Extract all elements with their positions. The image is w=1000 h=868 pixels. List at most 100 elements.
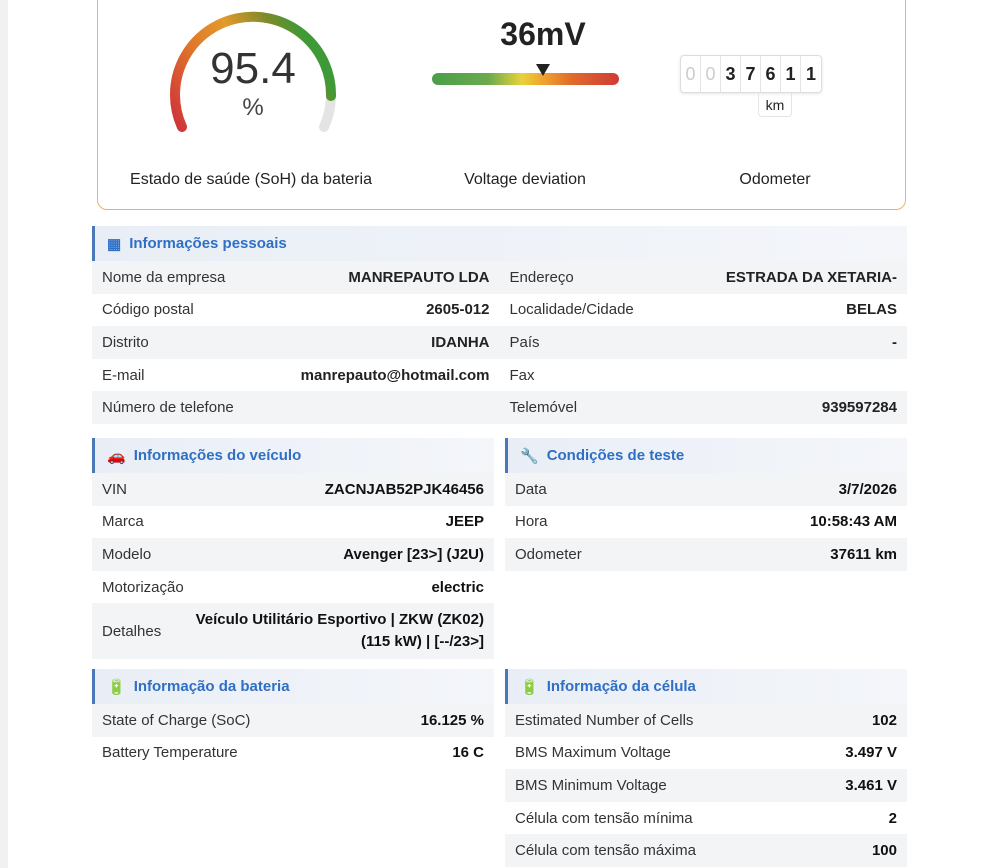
field-label: Célula com tensão mínima [515, 809, 693, 827]
field-value: 100 [871, 842, 897, 860]
table-row: Data 3/7/2026 [505, 473, 907, 506]
field: Distrito IDANHA [92, 326, 500, 359]
odo-digit: 3 [721, 56, 741, 92]
field-label: BMS Minimum Voltage [515, 776, 667, 794]
field-label: Nome da empresa [102, 268, 226, 286]
field-value: 37611 km [830, 545, 897, 563]
table-row: Marca JEEP [92, 506, 494, 539]
field-label: Número de telefone [102, 399, 234, 417]
field-value: JEEP [445, 513, 484, 531]
field-label: Código postal [102, 301, 194, 319]
field-value: 16.125 % [420, 711, 484, 729]
table-row: State of Charge (SoC) 16.125 % [92, 704, 494, 737]
table-row: BMS Minimum Voltage 3.461 V [505, 769, 907, 802]
field-value: Veículo Utilitário Esportivo | ZKW (ZK02… [195, 611, 484, 651]
field-label: Battery Temperature [102, 744, 238, 762]
table-row: Nome da empresa MANREPAUTO LDA Endereço EST… [92, 261, 907, 294]
field-label: Localidade/Cidade [509, 301, 634, 319]
field-label: VIN [102, 480, 128, 498]
field-label: Distrito [102, 333, 149, 351]
table-row: Detalhes Veículo Utilitário Esportivo | Z… [92, 603, 494, 660]
table-row: Estimated Number of Cells 102 [505, 704, 907, 737]
personal-section: ▦ Informações pessoais Nome da empresa MAN… [92, 226, 907, 424]
field-label: BMS Maximum Voltage [515, 744, 671, 762]
battery-section: 🔋 Informação da bateria State of Charge (… [92, 669, 494, 769]
left-edge [0, 0, 8, 868]
table-row: Célula com tensão mínima 2 [505, 802, 907, 835]
odometer-unit: km [758, 93, 792, 117]
table-row: Modelo Avenger [23>] (J2U) [92, 538, 494, 571]
section-title: Informação da bateria [133, 678, 290, 695]
table-row: VIN ZACNJAB52PJK46456 [92, 473, 494, 506]
table-row: Hora 10:58:43 AM [505, 506, 907, 539]
table-row: Odometer 37611 km [505, 538, 907, 571]
field-label: Célula com tensão máxima [515, 842, 696, 860]
cell-icon: 🔋 [520, 678, 539, 696]
field-value: electric [431, 578, 484, 596]
field-label: Endereço [509, 268, 574, 286]
table-row: E-mail manrepauto@hotmail.com Fax [92, 359, 907, 392]
voltage-marker-icon [536, 64, 550, 76]
section-title: Informação da célula [546, 678, 696, 695]
field-value: 939597284 [821, 399, 897, 417]
table-row: Battery Temperature 16 C [92, 737, 494, 770]
field-value: ESTRADA DA XETARIA- [725, 268, 897, 286]
field-label: Estimated Number of Cells [515, 711, 694, 729]
car-icon: 🚗 [107, 447, 126, 465]
field-label: E-mail [102, 366, 145, 384]
table-row: Célula com tensão máxima 100 [505, 834, 907, 867]
section-title: Informações do veículo [133, 447, 302, 464]
field-value: 3.461 V [845, 776, 897, 794]
section-title: Informações pessoais [129, 235, 287, 252]
field: E-mail manrepauto@hotmail.com [92, 359, 500, 392]
voltage-value: 36mV [500, 16, 586, 52]
odo-digit: 0 [701, 56, 721, 92]
field: Fax [500, 359, 908, 392]
field-value: 102 [871, 711, 897, 729]
odometer-digits: 0 0 3 7 6 1 1 [680, 55, 822, 93]
table-row: Distrito IDANHA País - [92, 326, 907, 359]
field-value: 3/7/2026 [838, 480, 897, 498]
field-value: BELAS [846, 301, 897, 319]
odometer-label: Odometer [739, 171, 811, 188]
field: Endereço ESTRADA DA XETARIA- [500, 261, 908, 294]
field-label: País [509, 333, 540, 351]
vehicle-section: 🚗 Informações do veículo VIN ZACNJAB52PJK4… [92, 438, 494, 660]
cell-section: 🔋 Informação da célula Estimated Number o… [505, 669, 907, 867]
field-value: 2605-012 [426, 301, 490, 319]
table-row: Motorização electric [92, 571, 494, 604]
summary-card: 95.4 % Estado de saúde (SoH) da bateria … [97, 0, 906, 210]
voltage-bar [432, 73, 619, 85]
field-value: 2 [888, 809, 897, 827]
field: Localidade/Cidade BELAS [500, 294, 908, 327]
field-label: Fax [509, 366, 535, 384]
odo-digit: 1 [781, 56, 801, 92]
field-value: 16 C [452, 744, 484, 762]
field: Número de telefone [92, 391, 500, 424]
soh-value: 95.4 [210, 44, 296, 93]
field: Nome da empresa MANREPAUTO LDA [92, 261, 500, 294]
field: País - [500, 326, 908, 359]
field-value: 10:58:43 AM [810, 513, 897, 531]
odo-digit: 7 [741, 56, 761, 92]
field-label: State of Charge (SoC) [102, 711, 251, 729]
field-value: manrepauto@hotmail.com [300, 366, 490, 384]
battery-icon: 🔋 [107, 678, 126, 696]
field-label: Hora [515, 513, 548, 531]
field-label: Odometer [515, 545, 582, 563]
wrench-icon: 🔧 [520, 447, 539, 465]
field-label: Motorização [102, 578, 184, 596]
soh-unit: % [242, 94, 264, 121]
section-title: Condições de teste [546, 447, 685, 464]
field-label: Detalhes [102, 622, 162, 640]
odo-digit: 6 [761, 56, 781, 92]
odo-digit: 0 [681, 56, 701, 92]
building-icon: ▦ [107, 235, 122, 253]
soh-label: Estado de saúde (SoH) da bateria [130, 171, 372, 188]
table-row: BMS Maximum Voltage 3.497 V [505, 737, 907, 770]
table-row: Código postal 2605-012 Localidade/Cidade BE… [92, 294, 907, 327]
field-label: Modelo [102, 545, 152, 563]
field-value: IDANHA [431, 333, 490, 351]
odo-digit: 1 [805, 64, 816, 84]
test-section: 🔧 Condições de teste Data 3/7/2026 Hora 10:5… [505, 438, 907, 571]
